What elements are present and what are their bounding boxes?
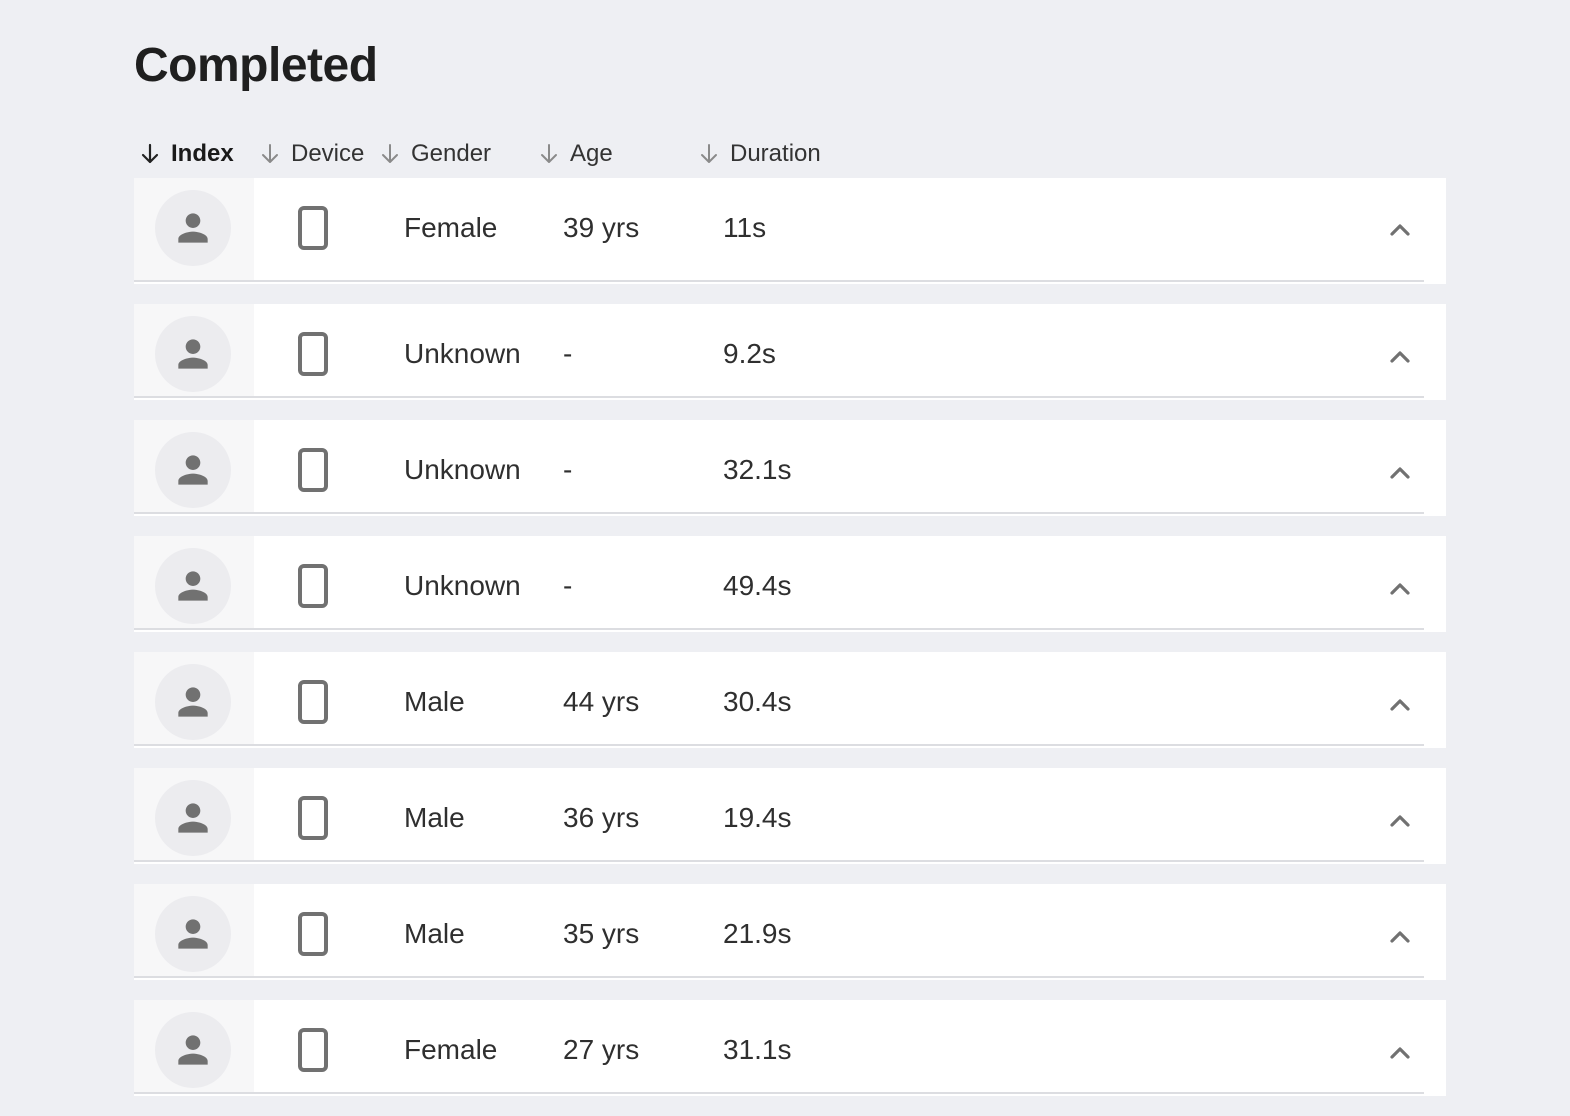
- avatar-cell: [134, 652, 254, 744]
- avatar: [155, 548, 231, 624]
- duration-value: 49.4s: [723, 570, 792, 601]
- table-row[interactable]: Male 35 yrs 21.9s: [134, 884, 1446, 980]
- avatar: [155, 190, 231, 266]
- sort-header-label: Index: [171, 140, 234, 167]
- gender-value: Unknown: [404, 454, 521, 485]
- age-value: 36 yrs: [563, 802, 640, 833]
- sort-header-index[interactable]: Index: [138, 136, 234, 172]
- person-icon: [178, 339, 208, 369]
- person-icon: [178, 919, 208, 949]
- chevron-up-icon[interactable]: [1384, 805, 1416, 837]
- duration-value: 32.1s: [723, 454, 792, 485]
- sort-header-label: Gender: [411, 140, 492, 167]
- age-value: 27 yrs: [563, 1034, 640, 1065]
- phone-icon: [298, 1028, 328, 1072]
- avatar: [155, 896, 231, 972]
- row-divider: [134, 512, 1424, 514]
- table-row[interactable]: Male 44 yrs 30.4s: [134, 652, 1446, 748]
- person-icon: [178, 455, 208, 485]
- age-value: 35 yrs: [563, 918, 640, 949]
- sort-header-device[interactable]: Device: [258, 136, 364, 172]
- chevron-up-icon[interactable]: [1384, 573, 1416, 605]
- phone-icon: [298, 796, 328, 840]
- avatar: [155, 1012, 231, 1088]
- avatar-cell: [134, 1000, 254, 1092]
- sort-header-age[interactable]: Age: [537, 136, 613, 172]
- age-value: -: [563, 338, 573, 369]
- chevron-up-icon[interactable]: [1384, 689, 1416, 721]
- arrow-down-icon: [141, 143, 159, 164]
- avatar-cell: [134, 420, 254, 512]
- row-divider: [134, 396, 1424, 398]
- gender-value: Male: [404, 686, 465, 717]
- person-icon: [178, 803, 208, 833]
- person-icon: [178, 213, 208, 243]
- chevron-up-icon[interactable]: [1384, 1037, 1416, 1069]
- avatar-cell: [134, 536, 254, 628]
- avatar-cell: [134, 304, 254, 396]
- avatar-cell: [134, 768, 254, 860]
- gender-value: Male: [404, 802, 465, 833]
- gender-value: Male: [404, 918, 465, 949]
- table-row[interactable]: Unknown - 49.4s: [134, 536, 1446, 632]
- sort-header-duration[interactable]: Duration: [697, 136, 821, 172]
- table-row[interactable]: Female 27 yrs 31.1s: [134, 1000, 1446, 1096]
- duration-value: 21.9s: [723, 918, 792, 949]
- duration-value: 11s: [723, 212, 767, 243]
- gender-value: Female: [404, 1034, 498, 1065]
- person-icon: [178, 1035, 208, 1065]
- duration-value: 19.4s: [723, 802, 792, 833]
- phone-icon: [298, 206, 328, 250]
- gender-value: Unknown: [404, 338, 521, 369]
- avatar-cell: [134, 884, 254, 976]
- table-row[interactable]: Unknown - 32.1s: [134, 420, 1446, 516]
- arrow-down-icon: [541, 144, 557, 163]
- avatar: [155, 664, 231, 740]
- arrow-down-icon: [262, 144, 278, 163]
- arrow-down-icon: [382, 144, 398, 163]
- row-divider: [134, 628, 1424, 630]
- avatar: [155, 316, 231, 392]
- chevron-up-icon[interactable]: [1384, 341, 1416, 373]
- row-divider: [134, 860, 1424, 862]
- session-list: Female 39 yrs 11s Unknown - 9.2s Unknown…: [134, 178, 1446, 1116]
- person-icon: [178, 571, 208, 601]
- row-divider: [134, 280, 1424, 282]
- sort-header-label: Device: [291, 140, 365, 167]
- phone-icon: [298, 564, 328, 608]
- phone-icon: [298, 332, 328, 376]
- row-divider: [134, 744, 1424, 746]
- duration-value: 9.2s: [723, 338, 776, 369]
- duration-value: 30.4s: [723, 686, 792, 717]
- age-value: 39 yrs: [563, 212, 640, 243]
- avatar-cell: [134, 178, 254, 280]
- page-title: Completed: [134, 39, 378, 92]
- phone-icon: [298, 680, 328, 724]
- gender-value: Unknown: [404, 570, 521, 601]
- avatar: [155, 432, 231, 508]
- row-divider: [134, 1092, 1424, 1094]
- table-header: Index Device Gender Age Duration: [134, 136, 1446, 172]
- person-icon: [178, 687, 208, 717]
- chevron-up-icon[interactable]: [1384, 457, 1416, 489]
- duration-value: 31.1s: [723, 1034, 792, 1065]
- age-value: -: [563, 454, 573, 485]
- sort-header-label: Age: [570, 140, 613, 167]
- table-row[interactable]: Female 39 yrs 11s: [134, 178, 1446, 284]
- gender-value: Female: [404, 212, 498, 243]
- table-row[interactable]: Unknown - 9.2s: [134, 304, 1446, 400]
- phone-icon: [298, 912, 328, 956]
- table-row[interactable]: Male 36 yrs 19.4s: [134, 768, 1446, 864]
- sort-header-label: Duration: [730, 140, 821, 167]
- arrow-down-icon: [701, 144, 717, 163]
- phone-icon: [298, 448, 328, 492]
- age-value: -: [563, 570, 573, 601]
- avatar: [155, 780, 231, 856]
- chevron-up-icon[interactable]: [1384, 921, 1416, 953]
- age-value: 44 yrs: [563, 686, 640, 717]
- chevron-up-icon[interactable]: [1384, 214, 1416, 246]
- sort-header-gender[interactable]: Gender: [378, 136, 491, 172]
- row-divider: [134, 976, 1424, 978]
